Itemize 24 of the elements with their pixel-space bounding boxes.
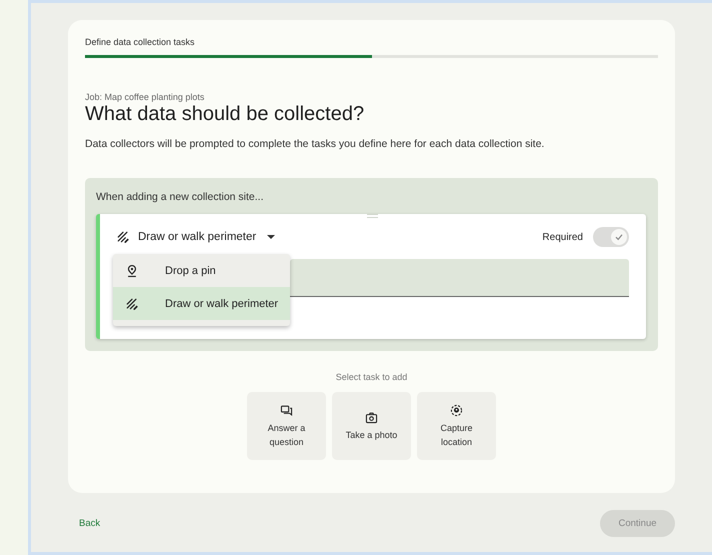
job-label: Job: Map coffee planting plots	[85, 92, 206, 102]
step-title: Define data collection tasks	[85, 37, 196, 47]
perimeter-pencil-icon	[116, 230, 130, 244]
back-link[interactable]: Back	[79, 518, 100, 529]
camera-icon	[365, 410, 378, 424]
menu-item[interactable]: Draw or walk perimeter	[113, 287, 290, 320]
task-type-dropdown[interactable]: Draw or walk perimeter	[116, 230, 276, 244]
input-field[interactable]	[290, 259, 629, 297]
required-label: Required	[542, 232, 583, 242]
required-toggle[interactable]	[593, 227, 629, 247]
drag-handle[interactable]	[367, 214, 378, 218]
location-pin-icon	[125, 264, 139, 278]
description: Data collectors will be prompted to complete the tasks you define here for each data collection site.	[85, 138, 546, 150]
check-icon	[614, 232, 624, 242]
task-option[interactable]: Capture location	[417, 392, 496, 460]
add-task-label: Select task to add	[334, 372, 408, 382]
chat-bubbles-icon	[280, 404, 293, 416]
panel-label: When adding a new collection site...	[96, 191, 265, 203]
perimeter-pencil-icon	[125, 296, 139, 310]
menu-item[interactable]: Drop a pin	[113, 254, 290, 287]
page-heading: What data should be collected?	[85, 103, 366, 126]
task-option[interactable]: Answer a question	[247, 392, 326, 460]
task-option[interactable]: Take a photo	[332, 392, 411, 460]
location-target-icon	[450, 404, 463, 416]
